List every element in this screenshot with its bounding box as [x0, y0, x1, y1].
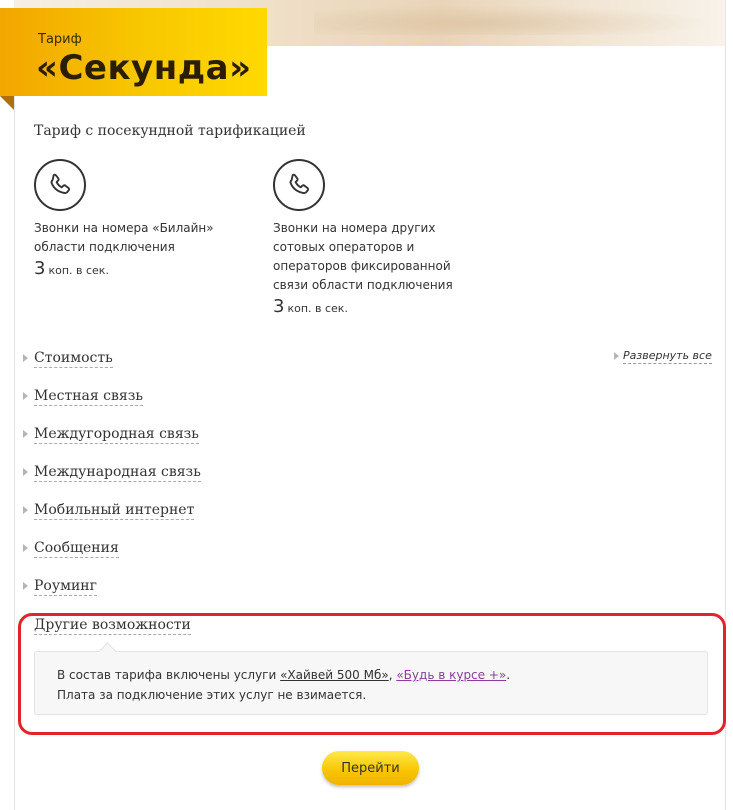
call-description-line: связи области подключения — [273, 278, 453, 292]
banner-label: Тариф — [38, 32, 82, 47]
expand-all-label: Развернуть все — [623, 349, 712, 364]
section-roaming[interactable]: Роуминг — [23, 578, 97, 596]
section-label: Мобильный интернет — [34, 502, 195, 520]
call-description-line: Звонки на номера «Билайн» — [34, 221, 214, 235]
section-cost[interactable]: Стоимость — [23, 350, 113, 368]
triangle-right-icon — [23, 544, 28, 552]
section-international[interactable]: Международная связь — [23, 464, 201, 482]
go-button[interactable]: Перейти — [322, 751, 419, 785]
call-price: 3 коп. в сек. — [273, 297, 473, 318]
call-type-other-operators: Звонки на номера других сотовых оператор… — [273, 159, 473, 318]
price-value: 3 — [273, 296, 285, 317]
triangle-right-icon — [23, 430, 28, 438]
section-local[interactable]: Местная связь — [23, 388, 143, 406]
section-label: Междугородная связь — [34, 426, 199, 444]
section-label: Международная связь — [34, 464, 201, 482]
call-description-line: операторов фиксированной — [273, 259, 451, 273]
call-description-line: области подключения — [34, 240, 175, 254]
call-description-line: сотовых операторов и — [273, 240, 415, 254]
price-unit: коп. в сек. — [48, 264, 109, 277]
triangle-right-icon — [23, 468, 28, 476]
section-label: Стоимость — [34, 350, 113, 368]
call-price: 3 коп. в сек. — [34, 259, 244, 280]
phone-icon — [273, 159, 325, 211]
section-label: Роуминг — [34, 578, 97, 596]
price-value: 3 — [34, 258, 46, 279]
expand-all-link[interactable]: Развернуть все — [614, 349, 712, 364]
price-unit: коп. в сек. — [287, 302, 348, 315]
section-mobile-internet[interactable]: Мобильный интернет — [23, 502, 195, 520]
triangle-right-icon — [23, 392, 28, 400]
tariff-subtitle: Тариф с посекундной тарификацией — [34, 123, 306, 139]
triangle-right-icon — [23, 354, 28, 362]
phone-icon — [34, 159, 86, 211]
section-messages[interactable]: Сообщения — [23, 540, 119, 558]
section-long-distance[interactable]: Междугородная связь — [23, 426, 199, 444]
highlight-annotation — [18, 613, 726, 735]
triangle-right-icon — [23, 506, 28, 514]
call-description-line: Звонки на номера других — [273, 221, 436, 235]
section-label: Сообщения — [34, 540, 119, 558]
tariff-banner: Тариф «Секунда» — [0, 8, 267, 96]
call-type-beeline: Звонки на номера «Билайн» области подклю… — [34, 159, 244, 280]
triangle-right-icon — [23, 582, 28, 590]
triangle-right-icon — [614, 352, 619, 360]
banner-ribbon-fold — [0, 96, 14, 110]
section-label: Местная связь — [34, 388, 143, 406]
tariff-title: «Секунда» — [36, 48, 252, 88]
